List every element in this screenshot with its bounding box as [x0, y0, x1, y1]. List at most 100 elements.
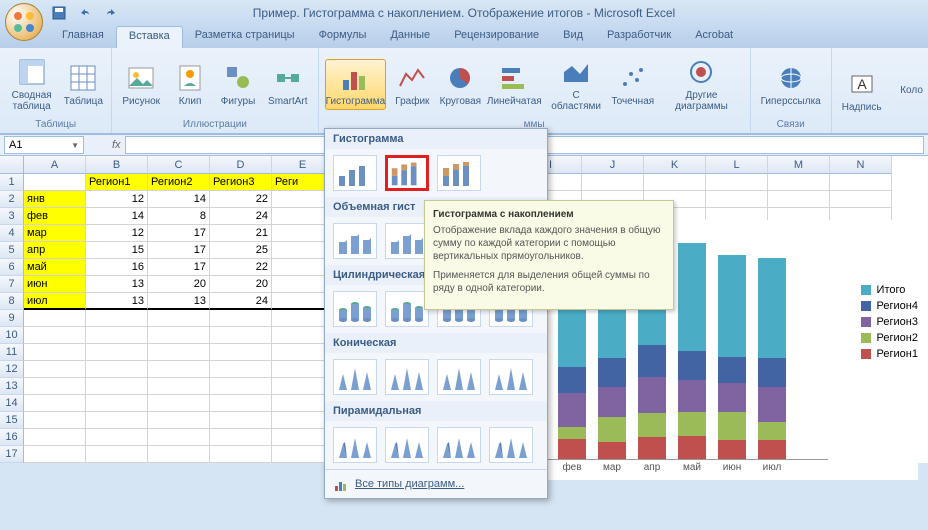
- line-chart-button[interactable]: График: [390, 60, 434, 109]
- cell[interactable]: [86, 361, 148, 378]
- scatter-chart-button[interactable]: Точечная: [610, 60, 655, 109]
- pie-chart-button[interactable]: Круговая: [438, 60, 482, 109]
- cell[interactable]: [210, 429, 272, 446]
- row-header[interactable]: 5: [0, 242, 24, 259]
- bar-stack[interactable]: [678, 243, 706, 459]
- bar-chart-button[interactable]: Линейчатая: [486, 60, 542, 109]
- cell[interactable]: [210, 310, 272, 327]
- cell[interactable]: 13: [86, 293, 148, 310]
- cell[interactable]: [148, 395, 210, 412]
- chart-subtype-option[interactable]: [385, 223, 429, 259]
- cell[interactable]: [86, 327, 148, 344]
- cell[interactable]: мар: [24, 225, 86, 242]
- row-header[interactable]: 6: [0, 259, 24, 276]
- cell[interactable]: Регион2: [148, 174, 210, 191]
- row-header[interactable]: 8: [0, 293, 24, 310]
- col-header[interactable]: A: [24, 156, 86, 174]
- tab-вставка[interactable]: Вставка: [116, 26, 183, 48]
- chart-subtype-option[interactable]: [333, 223, 377, 259]
- chart-subtype-option[interactable]: [333, 359, 377, 395]
- smartart-button[interactable]: SmartArt: [264, 60, 311, 109]
- chart-subtype-option[interactable]: [333, 291, 377, 327]
- cell[interactable]: 20: [210, 276, 272, 293]
- cell[interactable]: [210, 327, 272, 344]
- tab-главная[interactable]: Главная: [50, 26, 116, 48]
- cell[interactable]: 25: [210, 242, 272, 259]
- cell[interactable]: [210, 344, 272, 361]
- cell[interactable]: 24: [210, 293, 272, 310]
- cell[interactable]: [24, 378, 86, 395]
- col-header[interactable]: M: [768, 156, 830, 174]
- chart-subtype-option[interactable]: [385, 359, 429, 395]
- cell[interactable]: [148, 310, 210, 327]
- legend-item[interactable]: Регион3: [861, 316, 918, 328]
- office-button[interactable]: [5, 3, 43, 41]
- row-header[interactable]: 10: [0, 327, 24, 344]
- all-chart-types-button[interactable]: Все типы диаграмм...: [325, 469, 547, 498]
- row-header[interactable]: 16: [0, 429, 24, 446]
- picture-button[interactable]: Рисунок: [118, 60, 164, 109]
- tab-разметка страницы[interactable]: Разметка страницы: [183, 26, 307, 48]
- tab-формулы[interactable]: Формулы: [307, 26, 379, 48]
- bar-stack[interactable]: [718, 255, 746, 459]
- legend-item[interactable]: Регион2: [861, 332, 918, 344]
- cell[interactable]: май: [24, 259, 86, 276]
- save-icon[interactable]: [50, 4, 68, 22]
- hyperlink-button[interactable]: Гиперссылка: [757, 60, 825, 109]
- cell[interactable]: 8: [148, 208, 210, 225]
- other-charts-button[interactable]: Другие диаграммы: [659, 54, 743, 114]
- legend-item[interactable]: Регион4: [861, 300, 918, 312]
- undo-icon[interactable]: [76, 4, 94, 22]
- cell[interactable]: [768, 174, 830, 191]
- cell[interactable]: [210, 361, 272, 378]
- cell[interactable]: 16: [86, 259, 148, 276]
- chart-subtype-option[interactable]: [489, 427, 533, 463]
- row-header[interactable]: 4: [0, 225, 24, 242]
- col-header[interactable]: L: [706, 156, 768, 174]
- cell[interactable]: [210, 412, 272, 429]
- cell[interactable]: янв: [24, 191, 86, 208]
- cell[interactable]: [148, 429, 210, 446]
- col-header[interactable]: N: [830, 156, 892, 174]
- tab-acrobat[interactable]: Acrobat: [683, 26, 745, 48]
- chart-subtype-option[interactable]: [437, 155, 481, 191]
- row-header[interactable]: 3: [0, 208, 24, 225]
- cell[interactable]: 13: [86, 276, 148, 293]
- row-header[interactable]: 11: [0, 344, 24, 361]
- cell[interactable]: 24: [210, 208, 272, 225]
- cell[interactable]: 12: [86, 225, 148, 242]
- chart-subtype-option[interactable]: [385, 155, 429, 191]
- tab-данные[interactable]: Данные: [378, 26, 442, 48]
- cell[interactable]: [86, 378, 148, 395]
- cell[interactable]: 12: [86, 191, 148, 208]
- cell[interactable]: [148, 361, 210, 378]
- cell[interactable]: [582, 174, 644, 191]
- cell[interactable]: [210, 446, 272, 463]
- legend-item[interactable]: Итого: [861, 284, 918, 296]
- cell[interactable]: [148, 327, 210, 344]
- row-header[interactable]: 13: [0, 378, 24, 395]
- bar-stack[interactable]: [758, 258, 786, 459]
- cell[interactable]: [148, 344, 210, 361]
- cell[interactable]: [706, 191, 768, 208]
- cell[interactable]: [830, 174, 892, 191]
- cell[interactable]: 22: [210, 259, 272, 276]
- col-header[interactable]: K: [644, 156, 706, 174]
- chart-subtype-option[interactable]: [333, 427, 377, 463]
- cell[interactable]: 17: [148, 259, 210, 276]
- cell[interactable]: [86, 395, 148, 412]
- tab-разработчик[interactable]: Разработчик: [595, 26, 683, 48]
- select-all-corner[interactable]: [0, 156, 24, 174]
- cell[interactable]: [24, 395, 86, 412]
- col-header[interactable]: C: [148, 156, 210, 174]
- wordart-button[interactable]: Коло: [890, 83, 928, 98]
- histogram-button[interactable]: Гистограмма: [325, 59, 387, 110]
- cell[interactable]: [24, 429, 86, 446]
- cell[interactable]: [768, 191, 830, 208]
- cell[interactable]: [706, 174, 768, 191]
- cell[interactable]: [148, 378, 210, 395]
- chart-subtype-option[interactable]: [385, 291, 429, 327]
- cell[interactable]: 21: [210, 225, 272, 242]
- col-header[interactable]: B: [86, 156, 148, 174]
- cell[interactable]: [148, 412, 210, 429]
